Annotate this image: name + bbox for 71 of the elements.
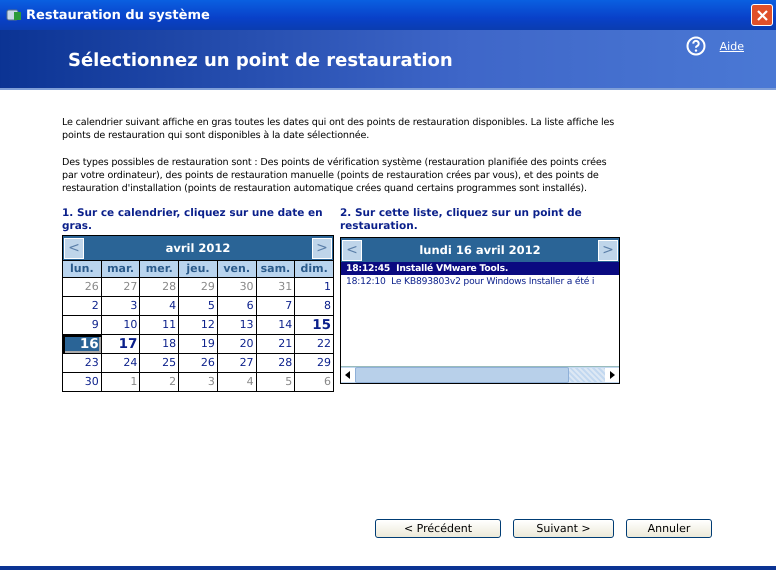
window-title: Restauration du système xyxy=(26,8,211,22)
scroll-left-icon[interactable] xyxy=(341,368,355,382)
calendar-day[interactable]: 25 xyxy=(140,354,178,372)
calendar-day[interactable]: 3 xyxy=(102,297,140,315)
calendar-day[interactable]: 24 xyxy=(102,354,140,372)
calendar-day[interactable]: 6 xyxy=(218,297,256,315)
close-icon xyxy=(756,10,768,20)
selected-date-title: lundi 16 avril 2012 xyxy=(419,243,541,257)
wizard-button[interactable]: < Précédent xyxy=(375,519,501,538)
calendar-day[interactable]: 26 xyxy=(63,278,101,296)
calendar-day[interactable]: 27 xyxy=(102,278,140,296)
description-text: Des types possibles de restauration sont : Des points de vérification système (restauration planifiée des points crées par votre ordinateur), des points de restauration manuelle (points de restauration crées par vous), et des points de restauration d'installation (points de restauration automatique crées quand certains programmes sont installés). xyxy=(62,156,608,195)
calendar-day[interactable]: 8 xyxy=(295,297,333,315)
calendar-day[interactable]: 5 xyxy=(179,297,217,315)
calendar-day[interactable]: 4 xyxy=(218,373,256,391)
calendar-day[interactable]: 20 xyxy=(218,335,256,353)
close-button[interactable] xyxy=(751,4,773,26)
calendar-day[interactable]: 5 xyxy=(256,373,294,391)
calendar-day[interactable]: 18 xyxy=(140,335,178,353)
calendar-day[interactable]: 26 xyxy=(179,354,217,372)
weekday-header: mer. xyxy=(140,261,178,277)
calendar-day[interactable]: 3 xyxy=(179,373,217,391)
calendar-day[interactable]: 29 xyxy=(295,354,333,372)
calendar-day[interactable]: 17 xyxy=(102,335,140,353)
calendar-day[interactable]: 1 xyxy=(295,278,333,296)
calendar-day[interactable]: 16 xyxy=(63,335,101,353)
calendar-day[interactable]: 2 xyxy=(63,297,101,315)
calendar-day[interactable]: 28 xyxy=(140,278,178,296)
help-icon[interactable] xyxy=(686,36,706,56)
calendar-day[interactable]: 6 xyxy=(295,373,333,391)
wizard-button[interactable]: Annuler xyxy=(626,519,712,538)
weekday-header: dim. xyxy=(295,261,333,277)
calendar-day[interactable]: 21 xyxy=(256,335,294,353)
calendar-day[interactable]: 30 xyxy=(218,278,256,296)
help-link[interactable]: Aide xyxy=(720,40,744,52)
calendar-day[interactable]: 30 xyxy=(63,373,101,391)
weekday-header: jeu. xyxy=(179,261,217,277)
weekday-header: ven. xyxy=(218,261,256,277)
weekday-header: sam. xyxy=(256,261,294,277)
calendar-day[interactable]: 23 xyxy=(63,354,101,372)
calendar-day[interactable]: 14 xyxy=(256,316,294,334)
restore-app-icon xyxy=(6,7,22,23)
calendar-day[interactable]: 28 xyxy=(256,354,294,372)
page-heading: Sélectionnez un point de restauration xyxy=(68,50,453,70)
calendar-day[interactable]: 13 xyxy=(218,316,256,334)
calendar-instruction: 1. Sur ce calendrier, cliquez sur une date en gras. xyxy=(62,207,324,234)
calendar-day[interactable]: 10 xyxy=(102,316,140,334)
calendar-day[interactable]: 1 xyxy=(102,373,140,391)
calendar-day[interactable]: 12 xyxy=(179,316,217,334)
calendar-day[interactable]: 11 xyxy=(140,316,178,334)
calendar-day[interactable]: 2 xyxy=(140,373,178,391)
calendar-day[interactable]: 27 xyxy=(218,354,256,372)
month-title: avril 2012 xyxy=(166,241,230,255)
calendar-day[interactable]: 15 xyxy=(295,316,333,334)
calendar-day[interactable]: 22 xyxy=(295,335,333,353)
restore-point-item[interactable]: 18:12:45 Installé VMware Tools. xyxy=(341,262,619,275)
list-instruction: 2. Sur cette liste, cliquez sur un point de restauration. xyxy=(340,207,583,234)
weekday-header: mar. xyxy=(102,261,140,277)
weekday-header: lun. xyxy=(63,261,101,277)
calendar-day[interactable]: 31 xyxy=(256,278,294,296)
description-text: Le calendrier suivant affiche en gras toutes les dates qui ont des points de restauration disponibles. La liste affiche les points de restauration qui sont disponibles à la date sélectionnée. xyxy=(62,116,616,142)
calendar-day[interactable]: 19 xyxy=(179,335,217,353)
calendar-day[interactable]: 7 xyxy=(256,297,294,315)
calendar-day[interactable]: 4 xyxy=(140,297,178,315)
scroll-right-icon[interactable] xyxy=(605,368,619,382)
horizontal-scrollbar[interactable] xyxy=(341,366,619,383)
wizard-button[interactable]: Suivant > xyxy=(513,519,614,538)
calendar-day[interactable]: 9 xyxy=(63,316,101,334)
restore-point-item[interactable]: 18:12:10 Le KB893803v2 pour Windows Installer a été i xyxy=(341,275,619,288)
scrollbar-thumb[interactable] xyxy=(355,367,569,383)
calendar-day[interactable]: 29 xyxy=(179,278,217,296)
